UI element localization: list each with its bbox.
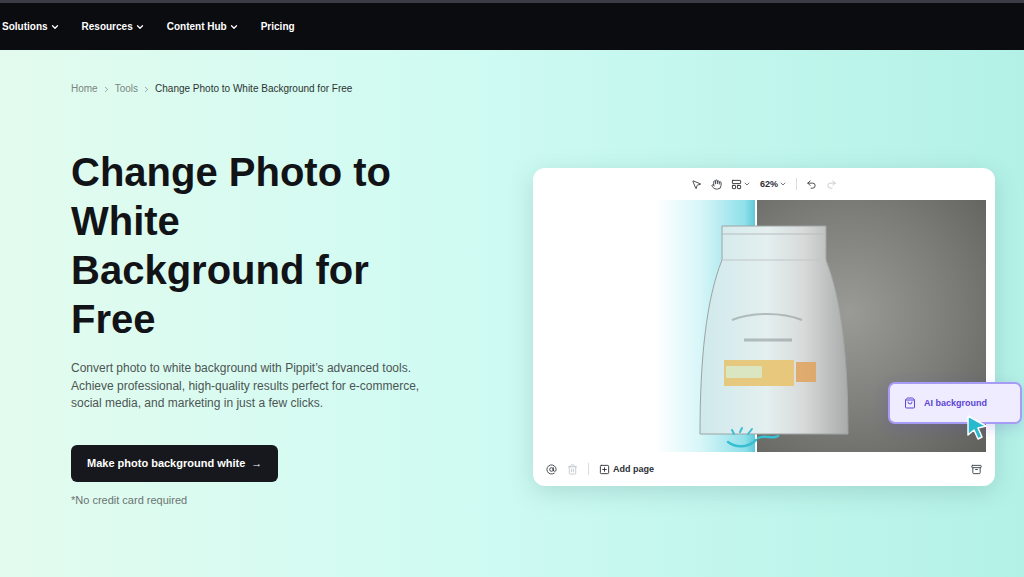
arrow-icon: → [251, 457, 262, 469]
hero-row: Change Photo to White Background for Fre… [71, 96, 1024, 506]
trash-icon[interactable] [567, 464, 578, 475]
at-sign-icon[interactable] [546, 464, 557, 475]
chevron-right-icon [102, 85, 111, 94]
tray-icon[interactable] [971, 464, 982, 475]
editor-card: 62% Add page [533, 168, 995, 486]
breadcrumb-item[interactable]: Tools [115, 82, 138, 96]
add-page-icon [599, 464, 610, 475]
add-page-button[interactable]: Add page [599, 464, 654, 475]
top-nav: Solutions Resources Content Hub Pricing [0, 0, 1024, 50]
nav-item[interactable]: Solutions [2, 21, 60, 32]
pointer-icon[interactable] [691, 179, 702, 190]
chevron-down-icon [779, 180, 787, 188]
zoom-select[interactable]: 62% [760, 179, 787, 189]
product-bag-icon [692, 220, 856, 442]
undo-icon[interactable] [806, 179, 817, 190]
redo-icon[interactable] [826, 179, 837, 190]
breadcrumb-item[interactable]: Change Photo to White Background for Fre… [155, 82, 352, 96]
bottom-divider [588, 463, 589, 475]
product-bag [692, 220, 856, 442]
nav-label: Solutions [2, 21, 48, 32]
hero-title: Change Photo to White Background for Fre… [71, 148, 411, 344]
toolbar-divider [796, 178, 797, 190]
cta-button[interactable]: Make photo background white → [71, 445, 278, 482]
ai-background-badge[interactable]: AI background [888, 382, 1022, 424]
sparkle-icon [722, 426, 782, 452]
chevron-down-icon [50, 22, 60, 32]
nav-item[interactable]: Resources [82, 21, 145, 32]
nav-item[interactable]: Content Hub [167, 21, 239, 32]
chevron-right-icon [142, 85, 151, 94]
editor-bottom-bar: Add page [542, 452, 986, 486]
layout-tool[interactable] [731, 179, 751, 190]
editor-toolbar: 62% [542, 168, 986, 200]
note: *No credit card required [71, 494, 187, 506]
breadcrumb-item[interactable]: Home [71, 82, 98, 96]
sparkle [722, 426, 782, 452]
hero-text: Change Photo to White Background for Fre… [71, 96, 533, 506]
add-page-label: Add page [613, 464, 654, 474]
nav-item[interactable]: Pricing [261, 21, 295, 32]
nav-label: Pricing [261, 21, 295, 32]
breadcrumb: Home Tools Change Photo to White Backgroun… [71, 82, 1024, 96]
chevron-down-icon [135, 22, 145, 32]
cursor [966, 414, 988, 440]
bag-icon [904, 397, 916, 409]
badge-label: AI background [924, 398, 987, 408]
chevron-down-icon [229, 22, 239, 32]
layout-icon [731, 179, 742, 190]
chevron-down-icon [743, 180, 751, 188]
zoom-value: 62% [760, 179, 778, 189]
hand-icon[interactable] [711, 179, 722, 190]
cursor-icon [966, 414, 988, 440]
nav-label: Content Hub [167, 21, 227, 32]
page: Solutions Resources Content Hub Pricing Home… [0, 0, 1024, 577]
nav-label: Resources [82, 21, 133, 32]
white-background [542, 200, 655, 452]
cta-label: Make photo background white [87, 457, 245, 469]
hero: Home Tools Change Photo to White Backgroun… [0, 50, 1024, 577]
hero-description: Convert photo to white background with P… [71, 360, 447, 413]
